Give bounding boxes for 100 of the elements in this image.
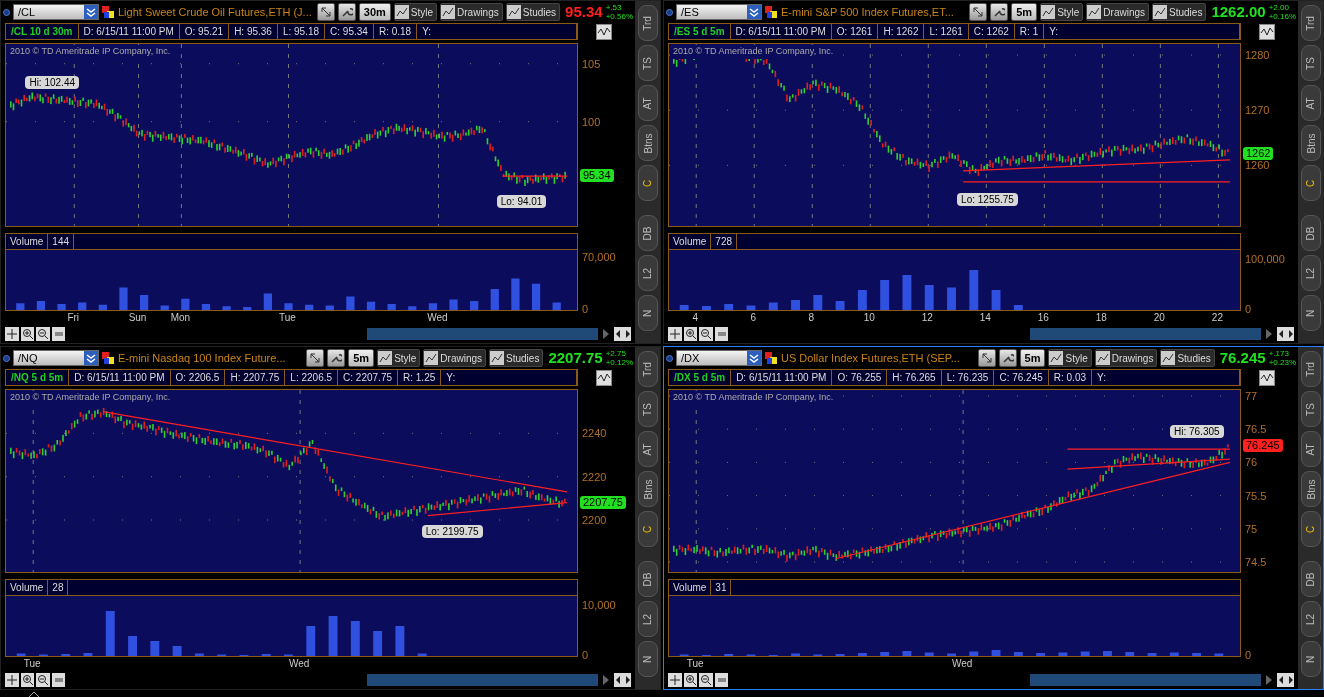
interval-button[interactable]: 5m (1019, 349, 1046, 367)
axis-label: 8 (808, 312, 815, 324)
volume-label: Volume (669, 580, 712, 595)
price-tag: 2207.75 (580, 496, 626, 510)
toolbar-button[interactable]: Style (1040, 3, 1084, 21)
side-tab[interactable]: C (637, 511, 658, 547)
copyright-text: 2010 © TD Ameritrade IP Company, Inc. (9, 45, 172, 59)
toolbar-button[interactable]: Studies (489, 349, 544, 367)
side-tab[interactable]: N (1300, 295, 1321, 331)
axis-label: 1270 (1245, 104, 1270, 117)
quote-field: Y: (441, 370, 577, 385)
side-tab[interactable]: AT (1300, 431, 1321, 467)
axis-label: 0 (1245, 649, 1252, 661)
quote-field: D: 6/15/11 11:00 PM (730, 24, 832, 39)
axis-label: Wed (288, 658, 310, 670)
quote-field: R: 1 (1014, 24, 1045, 39)
toolbar-button[interactable]: Style (377, 349, 421, 367)
axis-label: 0 (1245, 303, 1252, 315)
instrument-description: Light Sweet Crude Oil Futures,ETH (J... (118, 4, 313, 20)
side-tab[interactable]: DB (1300, 215, 1321, 251)
axis-label: 1260 (1245, 159, 1270, 172)
side-tab[interactable]: C (637, 165, 658, 201)
percent-change: +0.12% (605, 358, 633, 367)
quote-field: Y: (1092, 370, 1240, 385)
side-tab[interactable]: AT (1300, 85, 1321, 121)
price-change: +2.75 (605, 349, 627, 358)
side-tab[interactable]: TS (637, 391, 658, 427)
quote-field: L: 95.18 (277, 24, 326, 39)
price-tag: 95.34 (580, 168, 614, 182)
side-tab[interactable]: AT (637, 431, 658, 467)
side-tab[interactable]: DB (637, 215, 658, 251)
side-tab[interactable]: Trd (637, 351, 658, 387)
quote-field: O: 2206.5 (170, 370, 226, 385)
interval-button[interactable]: 30m (358, 3, 391, 21)
instrument-description: US Dollar Index Futures,ETH (SEP... (781, 350, 961, 366)
toolbar-button[interactable]: Drawings (1094, 349, 1158, 367)
last-price: 2207.75 (548, 347, 603, 368)
quote-field: O: 1261 (831, 24, 879, 39)
toolbar-button[interactable]: Studies (1152, 3, 1207, 21)
quote-field: Y: (417, 24, 577, 39)
side-tab[interactable]: Trd (637, 5, 658, 41)
side-tab[interactable]: L2 (637, 601, 658, 637)
side-tab[interactable]: AT (637, 85, 658, 121)
axis-label: Tue (23, 658, 41, 670)
side-tab[interactable]: Trd (1300, 5, 1321, 41)
toolbar-button[interactable]: Drawings (1086, 3, 1150, 21)
percent-change: +0.16% (1268, 12, 1296, 21)
side-tab[interactable]: Trd (1300, 351, 1321, 387)
low-label: Lo: 1255.75 (957, 192, 1018, 206)
quote-field: C: 95.34 (325, 24, 374, 39)
side-tab[interactable]: C (1300, 511, 1321, 547)
quote-field: D: 6/15/11 11:00 PM (69, 370, 171, 385)
side-tab[interactable]: L2 (1300, 255, 1321, 291)
axis-label: Fri (67, 312, 80, 324)
side-tab[interactable]: L2 (637, 255, 658, 291)
axis-label: 76 (1245, 456, 1258, 469)
interval-button[interactable]: 5m (1011, 3, 1038, 21)
side-tab[interactable]: DB (637, 561, 658, 597)
quote-field: C: 1262 (968, 24, 1015, 39)
axis-label: 2240 (582, 427, 607, 440)
toolbar-button[interactable]: Style (1048, 349, 1092, 367)
volume-value: 31 (711, 580, 732, 595)
axis-label: 12 (921, 312, 933, 324)
side-tab[interactable]: TS (637, 45, 658, 81)
side-tab[interactable]: L2 (1300, 601, 1321, 637)
side-tab[interactable]: Btns (637, 471, 658, 507)
price-tag: 76.245 (1243, 439, 1283, 453)
quote-field: R: 0.03 (1048, 370, 1093, 385)
chart-title: /DX 5 d 5m (669, 370, 732, 385)
axis-label: Tue (686, 658, 704, 670)
side-tab[interactable]: C (1300, 165, 1321, 201)
axis-label: 100,000 (1245, 253, 1285, 265)
side-tab[interactable]: N (1300, 641, 1321, 677)
quote-field: L: 2206.5 (285, 370, 339, 385)
side-tab[interactable]: Btns (1300, 125, 1321, 161)
axis-label: 76.5 (1245, 423, 1267, 436)
toolbar-button[interactable]: Studies (505, 3, 561, 21)
axis-label: 10,000 (582, 599, 616, 611)
quote-field: D: 6/15/11 11:00 PM (78, 24, 180, 39)
toolbar-button[interactable]: Style (393, 3, 438, 21)
chart-title: /NQ 5 d 5m (6, 370, 70, 385)
axis-label: 2220 (582, 470, 607, 483)
quote-field: O: 95.21 (179, 24, 230, 39)
side-tab[interactable]: Btns (637, 125, 658, 161)
volume-label: Volume (669, 234, 712, 249)
volume-value: 28 (48, 580, 69, 595)
axis-label: 74.5 (1245, 556, 1267, 569)
toolbar-button[interactable]: Studies (1160, 349, 1215, 367)
side-tab[interactable]: N (637, 641, 658, 677)
axis-label: 10 (863, 312, 875, 324)
side-tab[interactable]: N (637, 295, 658, 331)
side-tab[interactable]: DB (1300, 561, 1321, 597)
percent-change: +0.23% (1268, 358, 1296, 367)
side-tab[interactable]: TS (1300, 391, 1321, 427)
side-tab[interactable]: Btns (1300, 471, 1321, 507)
interval-button[interactable]: 5m (348, 349, 375, 367)
toolbar-button[interactable]: Drawings (423, 349, 487, 367)
toolbar-button[interactable]: Drawings (440, 3, 503, 21)
side-tab[interactable]: TS (1300, 45, 1321, 81)
axis-label: 1280 (1245, 49, 1270, 61)
